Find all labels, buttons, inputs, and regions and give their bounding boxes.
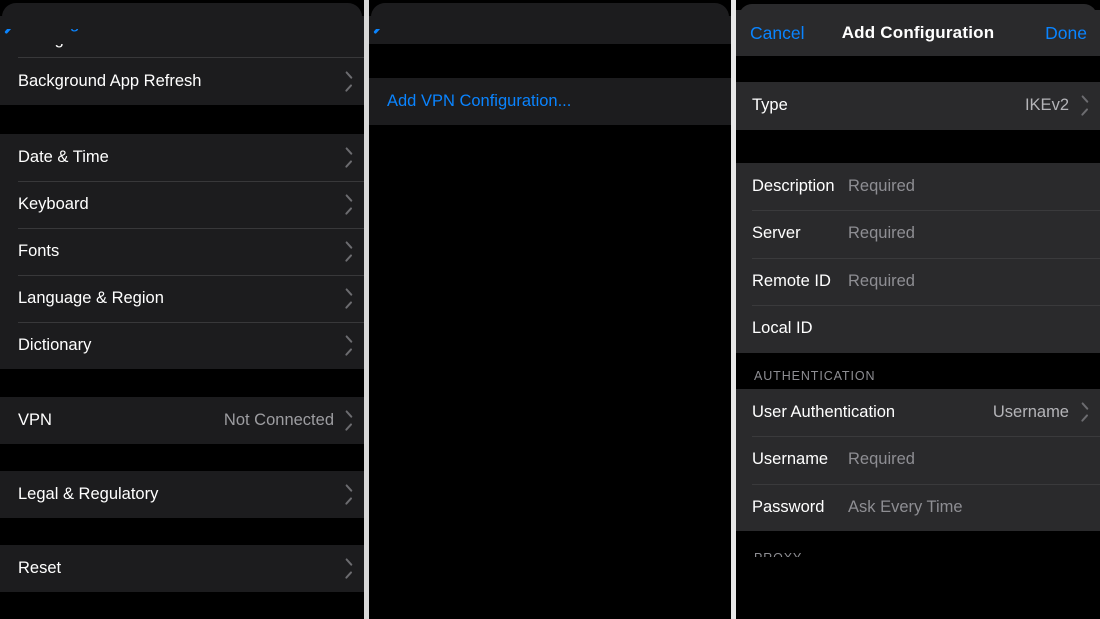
cancel-button[interactable]: Cancel <box>736 23 804 44</box>
list-group-1: Background App Refresh <box>0 58 364 105</box>
password-label: Password <box>752 497 825 516</box>
group-gap <box>736 129 1100 163</box>
add-vpn-configuration-label: Add VPN Configuration... <box>387 92 572 110</box>
list-group-vpn: Add VPN Configuration... <box>369 78 731 125</box>
chevron-right-icon <box>342 150 351 165</box>
partial-cut-row[interactable]: Background <box>0 44 364 58</box>
row-label: Keyboard <box>18 195 89 213</box>
add-vpn-configuration-button[interactable]: Add VPN Configuration... <box>369 78 731 125</box>
row-label: Dictionary <box>18 336 92 354</box>
back-button-label: Settings <box>25 11 89 32</box>
group-gap <box>0 444 364 471</box>
row-label: Date & Time <box>18 148 109 166</box>
sidebar-item-background-app-refresh[interactable]: Background App Refresh <box>0 58 364 105</box>
row-label: VPN <box>18 411 52 429</box>
chevron-left-icon <box>9 13 20 32</box>
sidebar-item-dictionary[interactable]: Dictionary <box>0 322 364 369</box>
sidebar-item-vpn[interactable]: VPN Not Connected <box>0 397 364 444</box>
local-id-label: Local ID <box>752 319 813 338</box>
chevron-right-icon <box>342 487 351 502</box>
remote-id-field-row[interactable]: Remote ID Required <box>736 257 1100 305</box>
vpn-status-value: Not Connected <box>223 411 334 429</box>
group-gap <box>369 44 731 78</box>
chevron-left-icon <box>378 13 389 32</box>
list-group-5: Reset <box>0 545 364 592</box>
description-input[interactable]: Required <box>848 177 915 196</box>
password-field-row[interactable]: Password Ask Every Time <box>736 483 1100 531</box>
back-button-label: General <box>394 11 457 32</box>
server-input[interactable]: Required <box>848 224 915 243</box>
panel-general: Settings General Background Background A… <box>0 0 364 619</box>
user-authentication-row[interactable]: User Authentication Username <box>736 388 1100 436</box>
type-row[interactable]: Type IKEv2 <box>736 82 1100 130</box>
form-group-type: Type IKEv2 <box>736 82 1100 130</box>
back-button-general[interactable]: General <box>369 12 456 33</box>
password-input[interactable]: Ask Every Time <box>848 498 963 517</box>
add-configuration-form: Type IKEv2 Description Required Server R… <box>736 56 1100 557</box>
description-label: Description <box>752 176 835 195</box>
remote-id-input[interactable]: Required <box>848 272 915 291</box>
chevron-right-icon <box>342 338 351 353</box>
row-label: Background App Refresh <box>18 72 202 90</box>
navbar-add-configuration: Cancel Add Configuration Done <box>736 10 1100 56</box>
remote-id-label: Remote ID <box>752 271 831 290</box>
type-label: Type <box>752 96 788 115</box>
server-label: Server <box>752 224 801 243</box>
group-gap <box>736 56 1100 82</box>
chevron-right-icon <box>1078 98 1087 113</box>
row-label: Reset <box>18 559 62 577</box>
sidebar-item-language-region[interactable]: Language & Region <box>0 275 364 322</box>
list-group-4: Legal & Regulatory <box>0 471 364 518</box>
partial-cut-row-label: Background <box>18 44 106 49</box>
chevron-right-icon <box>342 413 351 428</box>
navbar-vpn: General VPN <box>369 0 731 44</box>
group-gap <box>0 518 364 545</box>
proxy-section-header: PROXY <box>736 531 1100 557</box>
username-input[interactable]: Required <box>848 450 915 469</box>
form-group-authentication: User Authentication Username Username Re… <box>736 388 1100 531</box>
authentication-section-header: AUTHENTICATION <box>736 352 1100 389</box>
sidebar-item-reset[interactable]: Reset <box>0 545 364 592</box>
type-value: IKEv2 <box>1024 96 1069 115</box>
description-field-row[interactable]: Description Required <box>736 162 1100 210</box>
panel-add-configuration: Cancel Add Configuration Done Type IKEv2… <box>736 0 1100 619</box>
chevron-right-icon <box>342 291 351 306</box>
row-label: Fonts <box>18 242 60 260</box>
group-gap <box>0 369 364 397</box>
chevron-right-icon <box>1078 405 1087 420</box>
panel-vpn: General VPN Add VPN Configuration... <box>369 0 731 619</box>
sidebar-item-fonts[interactable]: Fonts <box>0 228 364 275</box>
back-button-settings[interactable]: Settings <box>0 12 88 33</box>
local-id-field-row[interactable]: Local ID <box>736 305 1100 353</box>
sidebar-item-legal-regulatory[interactable]: Legal & Regulatory <box>0 471 364 518</box>
user-authentication-value: Username <box>992 402 1069 421</box>
settings-list-general: Background Background App Refresh Date &… <box>0 44 364 592</box>
chevron-right-icon <box>342 74 351 89</box>
row-label: Language & Region <box>18 289 164 307</box>
chevron-right-icon <box>342 244 351 259</box>
screenshot-root: Settings General Background Background A… <box>0 0 1100 619</box>
sidebar-item-date-time[interactable]: Date & Time <box>0 134 364 181</box>
server-field-row[interactable]: Server Required <box>736 210 1100 258</box>
chevron-right-icon <box>342 197 351 212</box>
user-authentication-label: User Authentication <box>752 402 896 421</box>
sidebar-item-keyboard[interactable]: Keyboard <box>0 181 364 228</box>
settings-list-vpn: Add VPN Configuration... <box>369 44 731 125</box>
navbar-general: Settings General <box>0 0 364 44</box>
list-group-2: Date & Time Keyboard Fonts Language & Re… <box>0 134 364 369</box>
done-button[interactable]: Done <box>1045 23 1100 44</box>
username-label: Username <box>752 450 829 469</box>
row-label: Legal & Regulatory <box>18 485 159 503</box>
modal-sheet-top-edge <box>736 0 1100 28</box>
chevron-right-icon <box>342 561 351 576</box>
form-group-details: Description Required Server Required Rem… <box>736 162 1100 353</box>
username-field-row[interactable]: Username Required <box>736 436 1100 484</box>
list-group-3: VPN Not Connected <box>0 397 364 444</box>
group-gap <box>0 105 364 134</box>
